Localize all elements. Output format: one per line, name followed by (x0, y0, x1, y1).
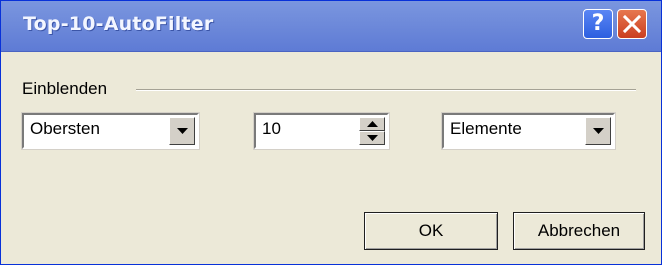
top10-autofilter-dialog: Top-10-AutoFilter ? Einblenden Obersten … (0, 0, 662, 265)
title-bar[interactable]: Top-10-AutoFilter ? (1, 1, 661, 52)
arrow-up-icon (367, 121, 378, 127)
group-label: Einblenden (22, 79, 108, 98)
cancel-button[interactable]: Abbrechen (513, 212, 645, 250)
unit-dropdown-button[interactable] (585, 117, 611, 145)
direction-select-value: Obersten (30, 119, 100, 138)
unit-select-value: Elemente (450, 119, 522, 138)
count-value[interactable]: 10 (262, 119, 281, 139)
ok-button[interactable]: OK (364, 212, 498, 250)
spin-up-button[interactable] (359, 117, 385, 131)
count-spinbox[interactable]: 10 (253, 112, 390, 150)
unit-select[interactable]: Elemente (441, 112, 616, 150)
arrow-down-icon (367, 135, 378, 141)
help-icon: ? (591, 11, 605, 36)
close-button[interactable] (617, 9, 647, 39)
chevron-down-icon (593, 128, 604, 134)
help-button[interactable]: ? (583, 9, 613, 39)
dialog-title: Top-10-AutoFilter (23, 13, 214, 35)
chevron-down-icon (177, 128, 188, 134)
spin-down-button[interactable] (359, 131, 385, 145)
group-divider (136, 89, 636, 91)
direction-select[interactable]: Obersten (21, 112, 200, 150)
direction-dropdown-button[interactable] (169, 117, 195, 145)
close-icon (622, 14, 642, 34)
